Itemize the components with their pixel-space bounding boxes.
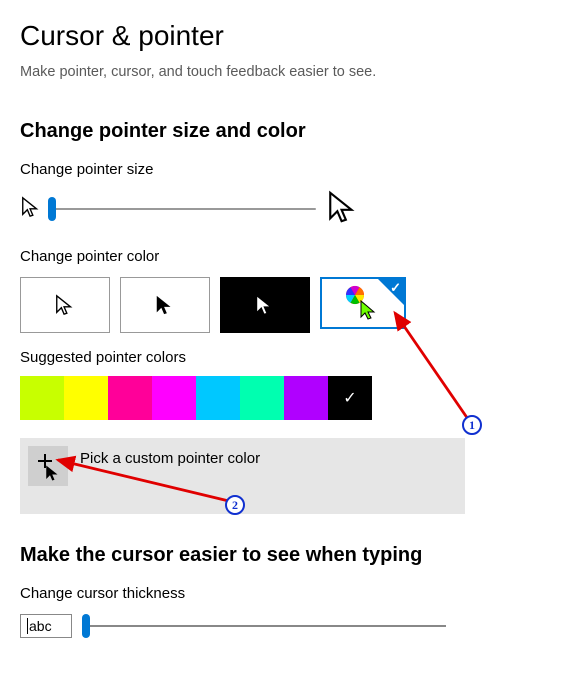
cursor-small-icon bbox=[20, 196, 42, 222]
slider-thumb[interactable] bbox=[48, 197, 56, 221]
section-size-color-heading: Change pointer size and color bbox=[20, 120, 560, 143]
thickness-sample-box: abc bbox=[20, 614, 72, 638]
check-icon: ✓ bbox=[390, 280, 401, 296]
cursor-large-icon bbox=[326, 190, 360, 228]
pointer-size-label: Change pointer size bbox=[20, 161, 560, 178]
slider-thumb[interactable] bbox=[82, 614, 90, 638]
cursor-thickness-label: Change cursor thickness bbox=[20, 585, 560, 602]
pointer-color-options: ✓ bbox=[20, 277, 560, 333]
swatch-magenta[interactable] bbox=[152, 376, 196, 420]
section-thickness-heading: Make the cursor easier to see when typin… bbox=[20, 544, 560, 567]
page-subtitle: Make pointer, cursor, and touch feedback… bbox=[20, 64, 560, 80]
swatch-purple[interactable] bbox=[284, 376, 328, 420]
pointer-color-inverted[interactable] bbox=[220, 277, 310, 333]
swatch-black[interactable] bbox=[328, 376, 372, 420]
annotation-overlay: 1 2 bbox=[0, 0, 580, 677]
swatch-lime[interactable] bbox=[20, 376, 64, 420]
suggested-color-swatches bbox=[20, 376, 560, 420]
pointer-color-custom[interactable]: ✓ bbox=[320, 277, 406, 329]
swatch-yellow[interactable] bbox=[64, 376, 108, 420]
custom-color-label: Pick a custom pointer color bbox=[80, 450, 260, 467]
suggested-colors-label: Suggested pointer colors bbox=[20, 349, 560, 366]
swatch-cyan[interactable] bbox=[196, 376, 240, 420]
swatch-teal[interactable] bbox=[240, 376, 284, 420]
pointer-color-white[interactable] bbox=[20, 277, 110, 333]
thickness-sample-text: abc bbox=[29, 618, 52, 634]
pointer-color-black[interactable] bbox=[120, 277, 210, 333]
pointer-color-label: Change pointer color bbox=[20, 248, 560, 265]
pointer-size-slider[interactable] bbox=[52, 208, 316, 210]
caret-icon bbox=[27, 618, 28, 634]
plus-cursor-icon bbox=[28, 446, 68, 486]
cursor-thickness-slider[interactable] bbox=[86, 625, 446, 627]
custom-color-button[interactable]: Pick a custom pointer color bbox=[20, 438, 465, 514]
page-title: Cursor & pointer bbox=[20, 20, 560, 52]
swatch-pink[interactable] bbox=[108, 376, 152, 420]
